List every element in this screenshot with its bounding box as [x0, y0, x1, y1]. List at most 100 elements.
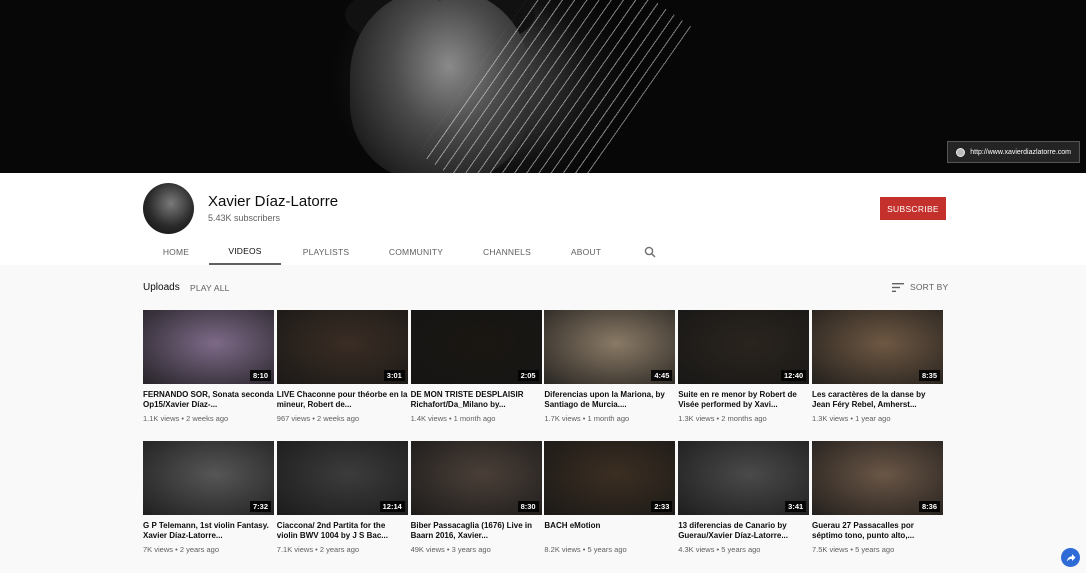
video-meta: 967 views • 2 weeks ago	[277, 414, 408, 423]
section-title: Uploads	[143, 282, 180, 293]
video-card[interactable]: 12:14 Ciaccona/ 2nd Partita for the violi…	[276, 441, 408, 554]
video-title[interactable]: Ciaccona/ 2nd Partita for the violin BWV…	[277, 521, 408, 541]
tab-home[interactable]: HOME	[143, 239, 209, 265]
video-thumbnail[interactable]: 8:35	[812, 310, 943, 384]
video-card[interactable]: 8:30 Biber Passacaglia (1676) Live in Baa…	[410, 441, 542, 554]
meta-separator: •	[313, 545, 320, 554]
meta-separator: •	[444, 545, 452, 554]
avatar[interactable]	[143, 183, 194, 234]
meta-separator: •	[446, 414, 454, 423]
video-title[interactable]: Suite en re menor by Robert de Visée per…	[678, 390, 809, 410]
tab-playlists[interactable]: PLAYLISTS	[281, 239, 371, 265]
video-thumbnail[interactable]: 12:14	[276, 441, 408, 515]
tab-about[interactable]: ABOUT	[553, 239, 619, 265]
video-views: 7K views	[143, 545, 174, 554]
video-duration: 4:45	[651, 370, 673, 381]
video-meta: 49K views • 3 years ago	[411, 545, 542, 554]
channel-search-button[interactable]	[640, 239, 660, 265]
video-title[interactable]: FERNANDO SOR, Sonata seconda Op15/Xavier…	[143, 390, 274, 410]
video-title[interactable]: 13 diferencias de Canario by Guerau/Xavi…	[678, 521, 809, 541]
video-age: 1 month ago	[453, 414, 496, 423]
video-thumbnail[interactable]: 7:32	[143, 441, 274, 515]
video-meta: 1.1K views • 2 weeks ago	[143, 414, 274, 423]
video-meta: 1.4K views • 1 month ago	[411, 414, 542, 423]
video-thumbnail[interactable]: 8:30	[410, 441, 542, 515]
video-age: 2 months ago	[721, 414, 767, 423]
video-views: 1.3K views	[812, 414, 849, 423]
video-thumbnail[interactable]: 12:40	[678, 310, 810, 384]
video-card[interactable]: 2:33 BACH eMotion 8.2K views • 5 years ago	[544, 441, 676, 554]
video-thumbnail[interactable]: 3:01	[276, 310, 408, 384]
video-age: 2 years ago	[179, 545, 220, 554]
video-title[interactable]: Diferencias upon la Mariona, by Santiago…	[544, 390, 675, 410]
video-meta: 7K views • 2 years ago	[143, 545, 274, 554]
tab-videos[interactable]: VIDEOS	[209, 239, 281, 265]
video-thumbnail[interactable]: 2:05	[410, 310, 542, 384]
video-thumbnail[interactable]: 8:36	[812, 441, 943, 515]
video-meta: 4.3K views • 5 years ago	[678, 545, 809, 554]
video-views: 49K views	[410, 545, 445, 554]
meta-separator: •	[173, 545, 180, 554]
video-title[interactable]: Les caractères de la danse by Jean Féry …	[812, 390, 943, 410]
video-thumbnail[interactable]: 4:45	[544, 310, 676, 384]
video-age: 5 years ago	[721, 545, 761, 554]
channel-name: Xavier Díaz-Latorre	[208, 193, 339, 210]
video-meta: 8.2K views • 5 years ago	[544, 545, 675, 554]
video-meta: 1.3K views • 2 months ago	[678, 414, 809, 423]
channel-header: Xavier Díaz-Latorre 5.43K subscribers SU…	[0, 173, 1086, 265]
video-title[interactable]: BACH eMotion	[544, 521, 675, 541]
banner-link-text[interactable]: http://www.xavierdiazlatorre.com	[970, 149, 1071, 156]
video-age: 3 years ago	[451, 545, 491, 554]
video-duration: 2:05	[517, 370, 539, 381]
video-duration: 8:10	[249, 370, 271, 381]
video-meta: 1.7K views • 1 month ago	[544, 414, 675, 423]
sort-icon	[892, 282, 904, 292]
video-meta: 7.1K views • 2 years ago	[277, 545, 408, 554]
video-card[interactable]: 3:01 LIVE Chaconne pour théorbe en la min…	[276, 310, 408, 423]
video-card[interactable]: 2:05 DE MON TRISTE DESPLAISIR Richafort/D…	[410, 310, 542, 423]
video-duration: 7:32	[249, 501, 271, 512]
sort-by-label[interactable]: SORT BY	[910, 282, 948, 292]
video-card[interactable]: 3:41 13 diferencias de Canario by Guerau/…	[678, 441, 810, 554]
channel-banner: http://www.xavierdiazlatorre.com	[0, 0, 1086, 173]
video-views: 1.3K views	[678, 414, 715, 423]
video-card[interactable]: 4:45 Diferencias upon la Mariona, by Sant…	[544, 310, 676, 423]
video-age: 2 weeks ago	[316, 414, 360, 423]
meta-separator: •	[310, 414, 317, 423]
video-age: 2 weeks ago	[186, 414, 229, 423]
video-age: 5 years ago	[587, 545, 627, 554]
video-views: 967 views	[276, 414, 311, 423]
video-age: 5 years ago	[855, 545, 895, 554]
share-button[interactable]	[1061, 548, 1080, 567]
video-thumbnail[interactable]: 8:10	[143, 310, 274, 384]
video-views: 4.3K views	[678, 545, 715, 554]
share-arrow-icon	[1066, 553, 1075, 562]
tab-channels[interactable]: CHANNELS	[461, 239, 553, 265]
banner-website-link[interactable]: http://www.xavierdiazlatorre.com	[947, 141, 1080, 163]
video-views: 1.1K views	[143, 414, 180, 423]
video-card[interactable]: 8:35 Les caractères de la danse by Jean F…	[812, 310, 943, 423]
video-meta: 1.3K views • 1 year ago	[812, 414, 943, 423]
video-thumbnail[interactable]: 3:41	[678, 441, 810, 515]
subscribe-button[interactable]: SUBSCRIBE	[880, 197, 946, 220]
sort-by-button[interactable]: SORT BY	[892, 282, 948, 292]
subscriber-count: 5.43K subscribers	[208, 213, 281, 223]
video-duration: 12:14	[379, 501, 405, 512]
video-title[interactable]: LIVE Chaconne pour théorbe en la mineur,…	[277, 390, 408, 410]
video-title[interactable]: Guerau 27 Passacalles por séptimo tono, …	[812, 521, 943, 541]
video-card[interactable]: 8:36 Guerau 27 Passacalles por séptimo to…	[812, 441, 943, 554]
video-card[interactable]: 8:10 FERNANDO SOR, Sonata seconda Op15/Xa…	[143, 310, 274, 423]
video-title[interactable]: G P Telemann, 1st violin Fantasy. Xavier…	[143, 521, 274, 541]
tab-community[interactable]: COMMUNITY	[371, 239, 461, 265]
video-card[interactable]: 7:32 G P Telemann, 1st violin Fantasy. Xa…	[143, 441, 274, 554]
video-title[interactable]: Biber Passacaglia (1676) Live in Baarn 2…	[411, 521, 542, 541]
video-title[interactable]: DE MON TRISTE DESPLAISIR Richafort/Da_Mi…	[411, 390, 542, 410]
video-duration: 12:40	[781, 370, 807, 381]
play-all-button[interactable]: PLAY ALL	[190, 283, 230, 293]
video-thumbnail[interactable]: 2:33	[544, 441, 676, 515]
video-card[interactable]: 12:40 Suite en re menor by Robert de Visé…	[678, 310, 810, 423]
video-duration: 8:35	[918, 370, 940, 381]
globe-icon	[956, 147, 966, 157]
video-meta: 7.5K views • 5 years ago	[812, 545, 943, 554]
video-views: 1.4K views	[410, 414, 447, 423]
